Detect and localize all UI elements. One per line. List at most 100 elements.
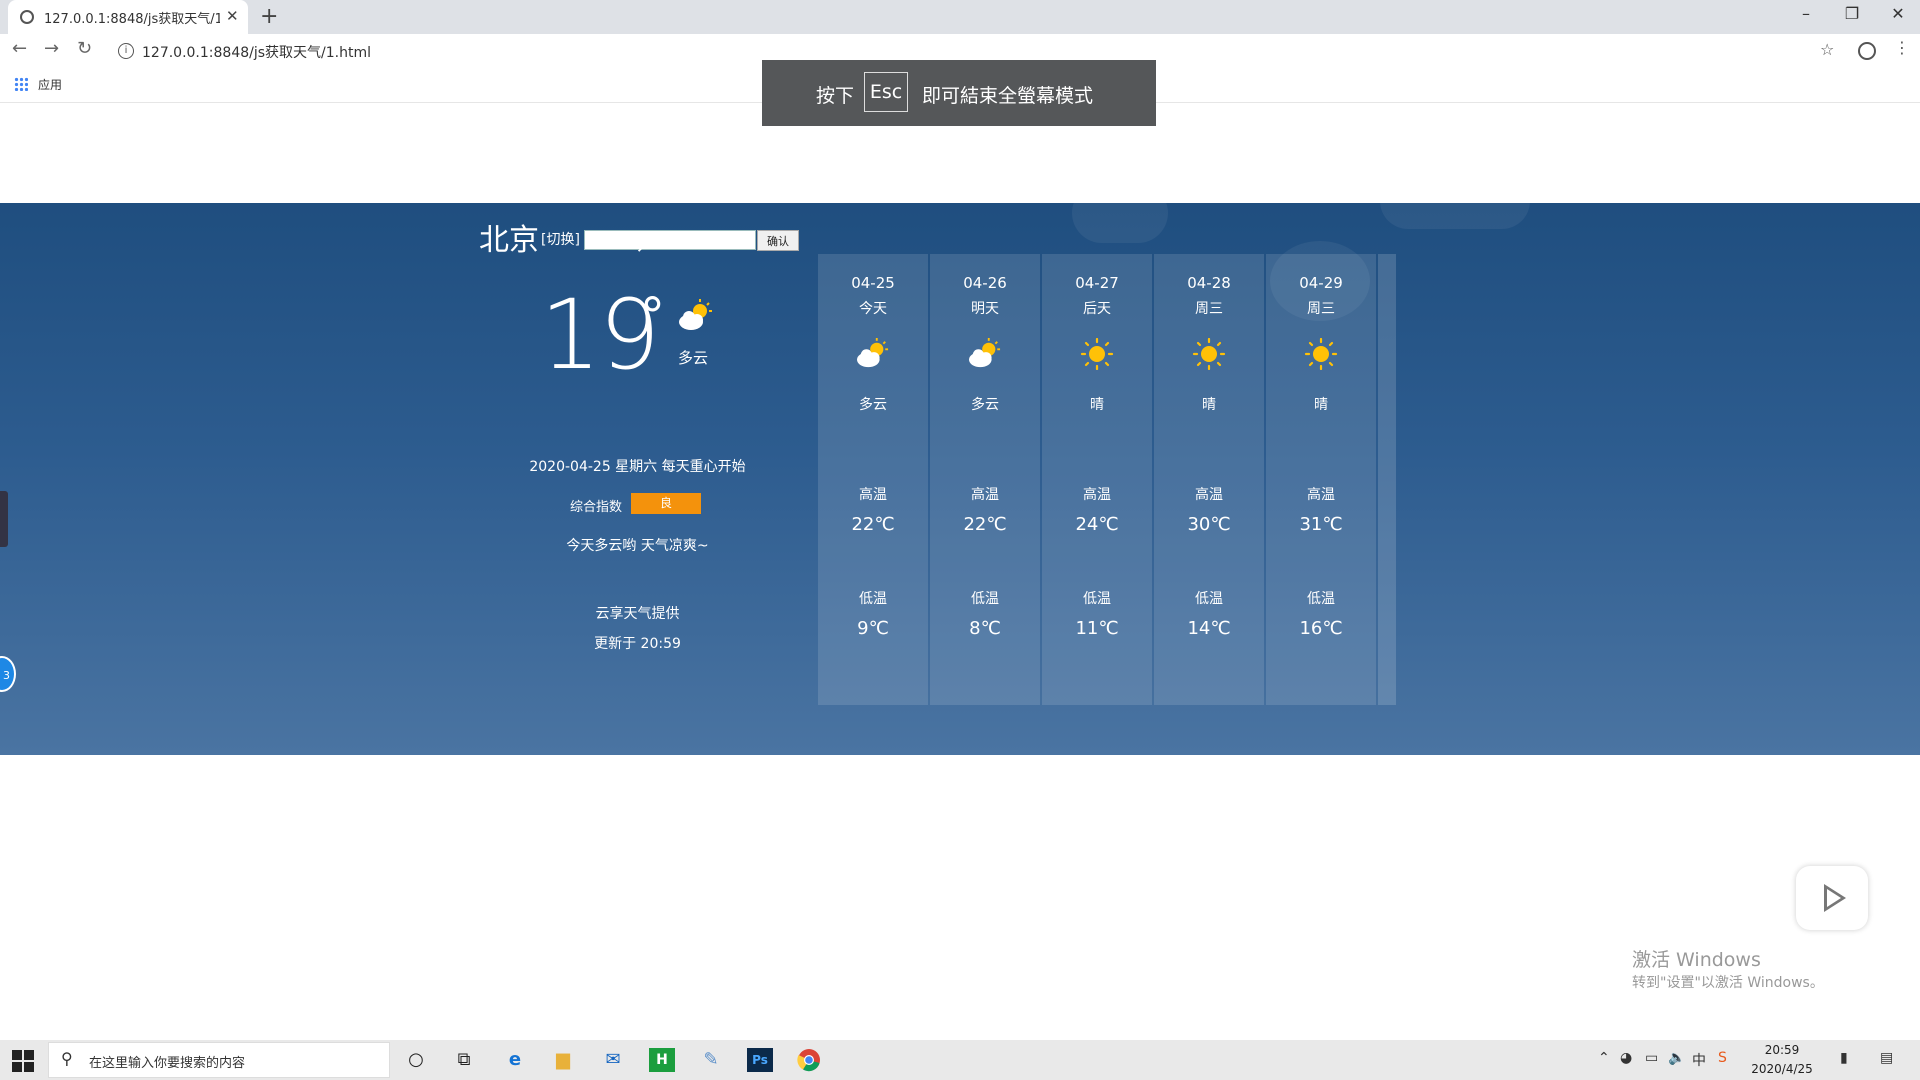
forecast-day: 04-28 周三 晴 高温 30℃ 低温 14℃ <box>1154 254 1264 705</box>
sun-icon <box>1302 337 1340 371</box>
forward-icon[interactable]: → <box>44 38 59 59</box>
edge-icon[interactable]: e <box>502 1048 528 1072</box>
high-label: 高温 <box>1083 487 1111 503</box>
input-method-icon[interactable]: 中 <box>1692 1050 1706 1070</box>
forecast-weekday: 后天 <box>1083 301 1111 317</box>
partly-cloudy-icon <box>854 338 892 370</box>
qq-tray-icon[interactable]: ◕ <box>1620 1050 1632 1066</box>
high-label: 高温 <box>859 487 887 503</box>
aqi-badge: 良 <box>631 493 701 514</box>
updated-time: 更新于 20:59 <box>594 636 681 652</box>
forecast-weekday: 周三 <box>1307 301 1335 317</box>
search-placeholder: 在这里输入你要搜索的内容 <box>89 1056 246 1071</box>
high-label: 高温 <box>1195 487 1223 503</box>
mail-icon[interactable]: ✉ <box>600 1048 626 1072</box>
forecast-day: 04-25 今天 多云 高温 22℃ 低温 9℃ <box>818 254 928 705</box>
cloud-decoration <box>1072 203 1168 243</box>
current-condition: 多云 <box>678 349 709 367</box>
confirm-button[interactable]: 确认 <box>757 230 799 251</box>
low-label: 低温 <box>1083 591 1111 607</box>
weather-tip: 今天多云哟 天气凉爽~ <box>566 538 709 554</box>
low-temp: 16℃ <box>1299 618 1343 639</box>
forecast-date: 04-29 <box>1299 274 1343 292</box>
more-menu-icon[interactable]: ⋮ <box>1894 38 1910 57</box>
minimize-button[interactable]: – <box>1786 4 1826 23</box>
activation-subtitle: 转到"设置"以激活 Windows。 <box>1632 975 1824 991</box>
forecast-day: 04-26 明天 多云 高温 22℃ 低温 8℃ <box>930 254 1040 705</box>
cloud-decoration <box>1380 203 1530 229</box>
chrome-icon[interactable] <box>796 1048 822 1072</box>
notepad-icon[interactable]: ✎ <box>698 1048 724 1072</box>
app-tray-icon[interactable]: S <box>1718 1050 1727 1066</box>
low-label: 低温 <box>859 591 887 607</box>
close-tab-icon[interactable]: ✕ <box>226 7 239 25</box>
notification-icon[interactable]: ▤ <box>1880 1050 1893 1066</box>
apps-bookmark[interactable]: 应用 <box>38 76 62 93</box>
forecast-weekday: 明天 <box>971 301 999 317</box>
esc-key-label: Esc <box>864 72 908 112</box>
site-info-icon[interactable]: i <box>118 43 134 59</box>
volume-icon[interactable]: 🔈 <box>1668 1050 1685 1066</box>
toast-text-after: 即可結束全螢幕模式 <box>922 85 1094 107</box>
file-explorer-icon[interactable]: ▆ <box>550 1048 576 1072</box>
task-view-icon[interactable]: ⧉ <box>451 1048 477 1072</box>
tray-expand-icon[interactable]: ⌃ <box>1598 1050 1610 1066</box>
forecast-weekday: 今天 <box>859 301 887 317</box>
city-name: 北京 <box>479 223 539 258</box>
activation-title: 激活 Windows <box>1632 949 1761 971</box>
partly-cloudy-icon <box>676 299 716 337</box>
tab-title: 127.0.0.1:8848/js获取天气/1.html <box>44 12 220 27</box>
fullscreen-toast: 按下 Esc 即可結束全螢幕模式 <box>762 60 1156 126</box>
forecast-day: 04-29 周三 晴 高温 31℃ 低温 16℃ <box>1266 254 1376 705</box>
switch-city-link[interactable]: [切换] <box>541 229 580 249</box>
degree-symbol: ° <box>640 287 665 345</box>
mouse-cursor-icon: ➚ <box>636 237 650 256</box>
city-input[interactable] <box>584 230 756 250</box>
globe-icon <box>20 10 34 24</box>
forecast-date: 04-27 <box>1075 274 1119 292</box>
show-desktop-icon[interactable]: ▮ <box>1840 1050 1848 1066</box>
forecast-date: 04-28 <box>1187 274 1231 292</box>
high-temp: 30℃ <box>1187 514 1231 535</box>
side-handle[interactable] <box>0 491 8 547</box>
forecast-date: 04-26 <box>963 274 1007 292</box>
forecast-condition: 晴 <box>1314 397 1328 413</box>
photoshop-icon[interactable]: Ps <box>747 1048 773 1072</box>
forecast-condition: 多云 <box>859 397 887 413</box>
toast-text-before: 按下 <box>816 85 855 107</box>
hbuilder-icon[interactable]: H <box>649 1048 675 1072</box>
low-label: 低温 <box>971 591 999 607</box>
forecast-date: 04-25 <box>851 274 895 292</box>
low-label: 低温 <box>1195 591 1223 607</box>
battery-icon[interactable]: ▭ <box>1645 1050 1658 1066</box>
windows-start-icon[interactable] <box>12 1050 34 1072</box>
high-label: 高温 <box>1307 487 1335 503</box>
high-temp: 31℃ <box>1299 514 1343 535</box>
clock-time[interactable]: 20:59 <box>1742 1043 1822 1057</box>
new-tab-button[interactable]: + <box>260 4 278 29</box>
back-icon[interactable]: ← <box>12 38 27 59</box>
profile-icon[interactable] <box>1858 42 1876 60</box>
reload-icon[interactable]: ↻ <box>77 38 92 59</box>
close-window-button[interactable]: ✕ <box>1878 4 1918 23</box>
forecast-condition: 多云 <box>971 397 999 413</box>
sun-icon <box>1190 337 1228 371</box>
low-label: 低温 <box>1307 591 1335 607</box>
high-temp: 24℃ <box>1075 514 1119 535</box>
browser-tab[interactable]: 127.0.0.1:8848/js获取天气/1.html ✕ <box>8 0 248 34</box>
play-button[interactable] <box>1796 866 1868 930</box>
forecast-condition: 晴 <box>1090 397 1104 413</box>
low-temp: 14℃ <box>1187 618 1231 639</box>
restore-button[interactable]: ❐ <box>1832 4 1872 23</box>
tab-bar: 127.0.0.1:8848/js获取天气/1.html ✕ + – ❐ ✕ <box>0 0 1920 34</box>
apps-grid-icon[interactable] <box>14 77 28 91</box>
sun-icon <box>1078 337 1116 371</box>
clock-date[interactable]: 2020/4/25 <box>1742 1062 1822 1076</box>
date-line: 2020-04-25 星期六 每天重心开始 <box>529 459 746 475</box>
cortana-icon[interactable]: ○ <box>403 1048 429 1072</box>
address-bar[interactable]: 127.0.0.1:8848/js获取天气/1.html <box>142 42 371 62</box>
forecast-scroll-edge <box>1378 254 1396 705</box>
bookmark-star-icon[interactable]: ☆ <box>1820 40 1834 59</box>
taskbar-search[interactable]: ⚲ 在这里输入你要搜索的内容 <box>48 1042 390 1078</box>
high-label: 高温 <box>971 487 999 503</box>
